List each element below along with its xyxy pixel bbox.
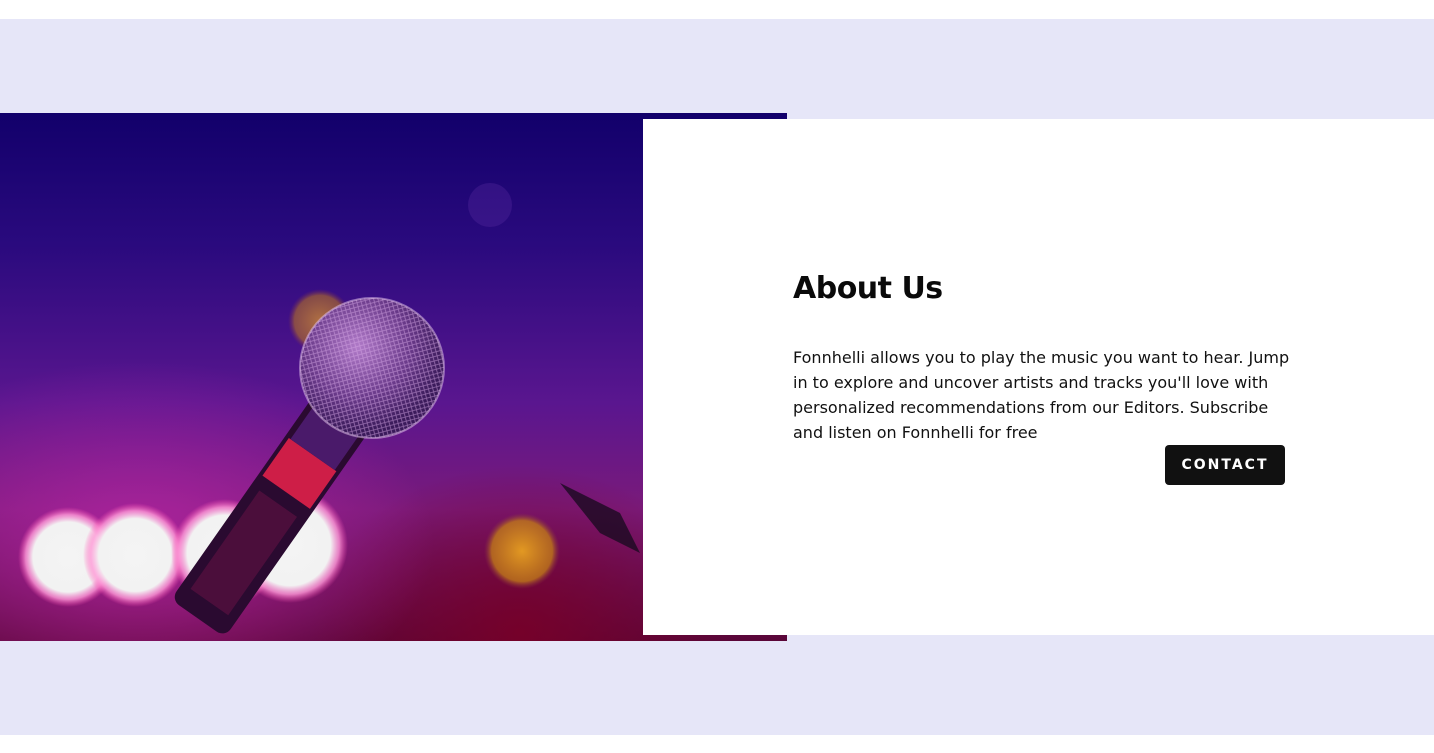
contact-button[interactable]: CONTACT bbox=[1165, 445, 1285, 485]
about-card: About Us Fonnhelli allows you to play th… bbox=[643, 119, 1434, 635]
page-top-strip bbox=[0, 0, 1434, 19]
page-bottom-strip bbox=[0, 735, 1434, 753]
about-description: Fonnhelli allows you to play the music y… bbox=[793, 348, 1290, 442]
about-title: About Us bbox=[793, 271, 943, 306]
